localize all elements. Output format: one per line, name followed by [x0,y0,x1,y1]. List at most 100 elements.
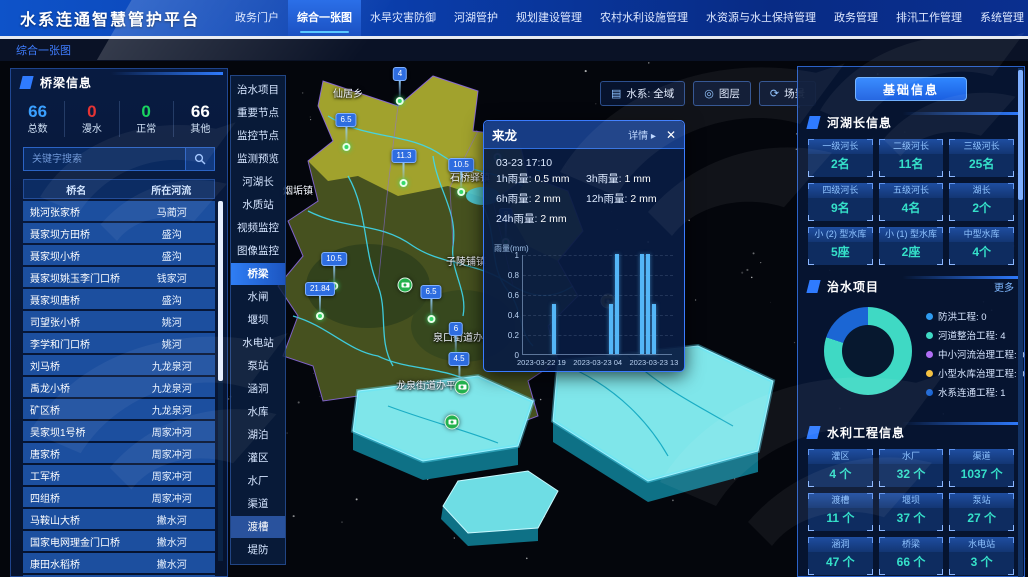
facility-cell[interactable]: 渡槽11 个 [808,493,873,531]
top-nav: 水系连通智慧管护平台 政务门户综合一张图水旱灾害防御河湖管护规划建设管理农村水利… [0,0,1028,36]
layer-menu-item[interactable]: 河湖长 [231,171,285,193]
camera-icon[interactable] [445,415,460,430]
map-control[interactable]: ◎图层 [693,81,751,106]
panel-scrollbar[interactable] [1018,68,1023,577]
facility-cell[interactable]: 灌区4 个 [808,449,873,487]
popup-detail-link[interactable]: 详情 ▸ [628,127,656,142]
water-level-marker[interactable]: 6.5 [335,113,356,151]
table-row[interactable]: 姚河张家桥马蔺河 [23,201,215,221]
table-row[interactable]: 司望张小桥姚河 [23,311,215,331]
river-name: 马蔺河 [129,201,215,221]
layer-menu-item[interactable]: 治水项目 [231,79,285,101]
water-level-marker[interactable]: 4 [393,67,407,105]
nav-tab[interactable]: 系统管理 [971,0,1028,36]
water-level-marker[interactable]: 10.5 [448,158,474,196]
nav-divider [0,36,1028,39]
table-row[interactable]: 唐家桥周家冲河 [23,443,215,463]
water-level-marker[interactable]: 11.3 [392,149,417,187]
layer-menu-item[interactable]: 监控节点 [231,125,285,147]
header-line [111,72,223,75]
table-scrollbar[interactable] [218,201,223,561]
river-chief-cell[interactable]: 中型水库4个 [949,227,1014,265]
river-name: 盛沟 [129,289,215,309]
river-chief-cell[interactable]: 湖长2个 [949,183,1014,221]
facility-cell[interactable]: 水电站3 个 [949,537,1014,575]
table-row[interactable]: 四组桥周家冲河 [23,487,215,507]
breadcrumb[interactable]: 综合一张图 [16,42,71,58]
nav-tab[interactable]: 排汛工作管理 [887,0,971,36]
layer-menu-item[interactable]: 重要节点 [231,102,285,124]
layer-menu-item[interactable]: 渠道 [231,493,285,515]
facility-cell[interactable]: 桥梁66 个 [879,537,944,575]
layer-menu-item[interactable]: 水厂 [231,470,285,492]
table-row[interactable]: 聂家坝小桥盛沟 [23,245,215,265]
river-chief-cell[interactable]: 小 (1) 型水库2座 [879,227,944,265]
layer-menu-item[interactable]: 灌区 [231,447,285,469]
scrollbar-thumb[interactable] [1018,70,1023,200]
nav-tab[interactable]: 水旱灾害防御 [361,0,445,36]
nav-tab[interactable]: 水资源与水土保持管理 [697,0,825,36]
nav-tab[interactable]: 农村水利设施管理 [591,0,697,36]
close-icon[interactable]: ✕ [666,129,676,141]
nav-tab[interactable]: 政务门户 [226,0,288,36]
layer-menu-item[interactable]: 水质站 [231,194,285,216]
layer-menu-item[interactable]: 水库 [231,401,285,423]
layer-menu-item[interactable]: 桥梁 [231,263,285,285]
table-row[interactable]: 聂家坝方田桥盛沟 [23,223,215,243]
scrollbar-thumb[interactable] [218,201,223,381]
river-chief-cell[interactable]: 五级河长4名 [879,183,944,221]
river-chief-cell[interactable]: 小 (2) 型水库5座 [808,227,873,265]
layer-menu-item[interactable]: 湖泊 [231,424,285,446]
river-chief-cell[interactable]: 一级河长2名 [808,139,873,177]
marker-value: 4 [393,67,407,81]
search-button[interactable] [185,147,215,171]
water-level-marker[interactable]: 21.84 [305,282,335,320]
layer-menu-item[interactable]: 堤防 [231,539,285,561]
layer-menu-item[interactable]: 视频监控 [231,217,285,239]
table-row[interactable]: 刘马桥九龙泉河 [23,355,215,375]
table-row[interactable]: 马鞍山大桥撇水河 [23,509,215,529]
table-row[interactable]: 李学和门口桥姚河 [23,333,215,353]
basic-info-button[interactable]: 基础信息 [855,77,967,101]
nav-tab[interactable]: 规划建设管理 [507,0,591,36]
layer-menu-item[interactable]: 泵站 [231,355,285,377]
table-row[interactable]: 国家电网理金门口桥撇水河 [23,531,215,551]
camera-icon[interactable] [398,278,413,293]
layer-menu-item[interactable]: 水电站 [231,332,285,354]
table-row[interactable]: 矿区桥九龙泉河 [23,399,215,419]
river-chief-cell[interactable]: 二级河长11名 [879,139,944,177]
table-row[interactable]: 聂家坝姚玉李门口桥钱家河 [23,267,215,287]
cell-label: 湖长 [949,183,1014,198]
river-chief-cell[interactable]: 三级河长25名 [949,139,1014,177]
nav-tab[interactable]: 综合一张图 [288,0,361,36]
layer-menu-item[interactable]: 堰坝 [231,309,285,331]
table-row[interactable]: 工军桥周家冲河 [23,465,215,485]
search-input[interactable] [23,147,185,171]
layer-menu-item[interactable]: 图像监控 [231,240,285,262]
project-more-link[interactable]: 更多 [994,279,1014,294]
camera-icon[interactable] [455,380,470,395]
table-row[interactable]: 吴家坝1号桥周家冲河 [23,421,215,441]
nav-tab[interactable]: 河湖管护 [445,0,507,36]
layer-menu-item[interactable]: 渡槽 [231,516,285,538]
nav-tab[interactable]: 政务管理 [825,0,887,36]
table-row[interactable]: 禹龙小桥九龙泉河 [23,377,215,397]
facility-cell[interactable]: 水厂32 个 [879,449,944,487]
legend-dot [926,313,933,320]
water-level-marker[interactable]: 6.5 [420,285,441,323]
map-control[interactable]: ▤水系: 全域 [600,81,685,106]
facility-cell[interactable]: 泵站27 个 [949,493,1014,531]
cell-value: 66 个 [879,552,944,573]
facility-cell[interactable]: 涵洞47 个 [808,537,873,575]
cell-label: 桥梁 [879,537,944,552]
scene-icon: ⟳ [770,89,779,99]
layer-menu-item[interactable]: 涵洞 [231,378,285,400]
layer-menu-item[interactable]: 水闸 [231,286,285,308]
donut-hole [842,325,894,377]
table-row[interactable]: 康田水稻桥撇水河 [23,553,215,573]
facility-cell[interactable]: 堰坝37 个 [879,493,944,531]
layer-menu-item[interactable]: 监测预览 [231,148,285,170]
table-row[interactable]: 聂家坝唐桥盛沟 [23,289,215,309]
facility-cell[interactable]: 渠道1037 个 [949,449,1014,487]
river-chief-cell[interactable]: 四级河长9名 [808,183,873,221]
